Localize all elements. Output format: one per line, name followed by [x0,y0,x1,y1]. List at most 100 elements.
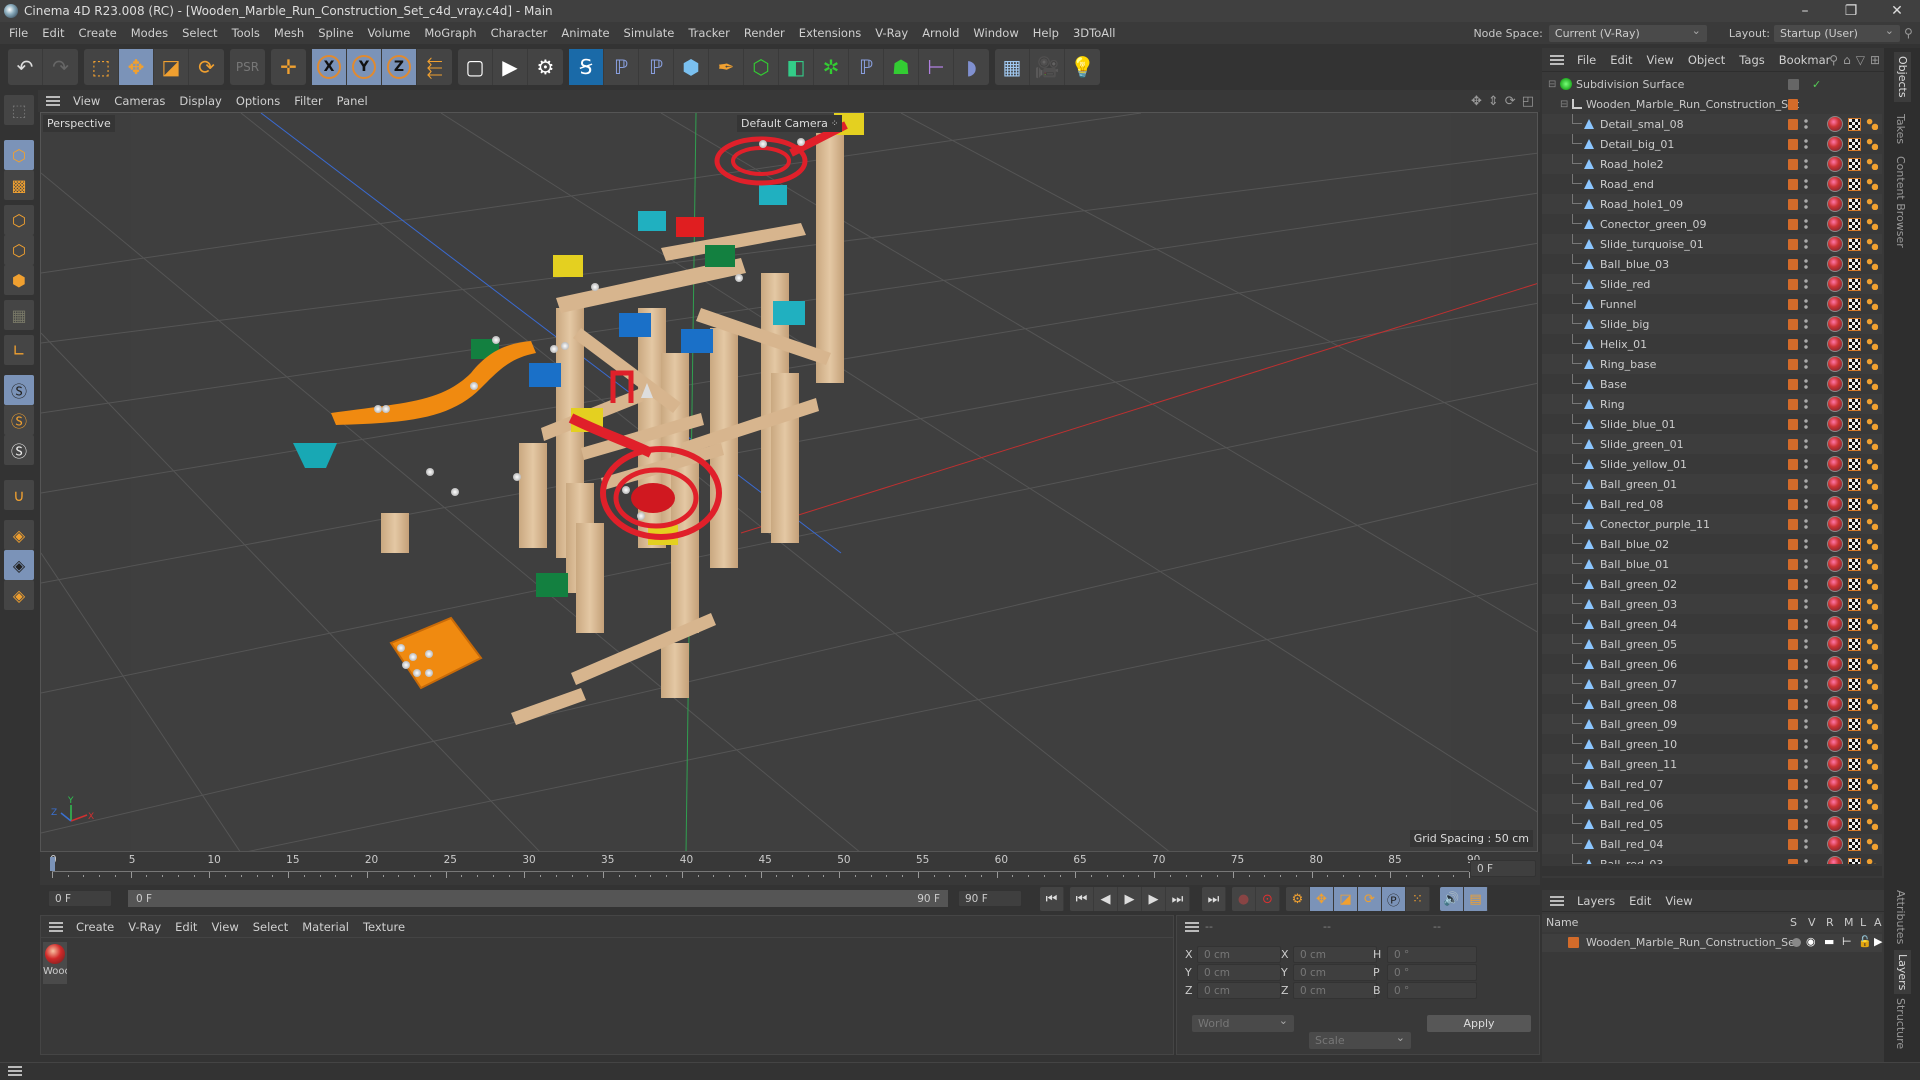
material-tag-icon[interactable] [1827,476,1843,492]
vray-tag-icon[interactable] [1866,838,1878,850]
material-tag-icon[interactable] [1827,436,1843,452]
material-menu-edit[interactable]: Edit [168,920,204,934]
menu-volume[interactable]: Volume [361,26,418,40]
layer-swatch[interactable] [1788,498,1798,510]
coord-value-field[interactable]: 0 cm [1293,964,1377,981]
layer-swatch[interactable] [1788,318,1798,330]
material-menu-texture[interactable]: Texture [356,920,412,934]
layer-swatch[interactable] [1788,718,1798,730]
node-space-dropdown[interactable]: Current (V-Ray) [1548,24,1707,42]
scale-icon[interactable]: ◪ [154,49,189,85]
uvw-tag-icon[interactable] [1848,837,1861,851]
layer-color-swatch[interactable] [1568,937,1579,948]
transform-type-dropdown[interactable]: Scale [1309,1031,1411,1049]
rotate-view-icon[interactable]: ⟳ [1505,94,1516,109]
visibility-dots-icon[interactable] [1804,838,1808,850]
animation-play-icon[interactable]: ▶ [1874,935,1882,948]
vray-tag-icon[interactable] [1866,198,1878,210]
previous-key-icon[interactable]: ⏮ [1070,887,1094,911]
uvw-tag-icon[interactable] [1848,437,1861,451]
layer-swatch[interactable] [1788,578,1798,590]
object-row[interactable]: Ball_green_10 [1542,734,1882,754]
render-icon[interactable]: ▬ [1824,935,1834,948]
search-icon[interactable]: ⚲ [1904,26,1920,40]
vray-tag-icon[interactable] [1866,298,1878,310]
vray-tag-icon[interactable] [1866,278,1878,290]
enabled-check-icon[interactable]: ✓ [1812,78,1821,91]
polygons-mode-icon[interactable]: ⬢ [4,265,34,295]
uvw-tag-icon[interactable] [1848,657,1861,671]
uvw-tag-icon[interactable] [1848,597,1861,611]
object-row[interactable]: Slide_turquoise_01 [1542,234,1882,254]
material-tag-icon[interactable] [1827,816,1843,832]
key-parameter-icon[interactable]: Ⓟ [1382,887,1406,911]
vray-tag-icon[interactable] [1866,738,1878,750]
uvw-tag-icon[interactable] [1848,737,1861,751]
vray-tag-icon[interactable] [1866,218,1878,230]
layer-swatch[interactable] [1788,698,1798,710]
filter-icon[interactable]: ▽ [1856,53,1865,67]
menu-select[interactable]: Select [175,26,224,40]
make-editable-icon[interactable]: ⬚ [4,95,34,125]
visibility-dots-icon[interactable] [1804,758,1808,770]
sound-icon[interactable]: 🔊 [1440,887,1464,911]
visibility-dots-icon[interactable] [1804,238,1808,250]
objects-menu-tags[interactable]: Tags [1732,53,1771,67]
uvw-tag-icon[interactable] [1848,477,1861,491]
menu-3dtoall[interactable]: 3DToAll [1066,26,1123,40]
vray-tag-icon[interactable] [1866,458,1878,470]
uvw-tag-icon[interactable] [1848,577,1861,591]
visibility-dots-icon[interactable] [1804,418,1808,430]
viewport-menu-display[interactable]: Display [172,94,228,108]
subdivision-icon[interactable]: ⬡ [744,49,779,85]
bend-icon[interactable]: ◗ [954,49,989,85]
visibility-dots-icon[interactable] [1804,158,1808,170]
uvw-tag-icon[interactable] [1848,617,1861,631]
layer-swatch[interactable] [1788,758,1798,770]
object-row[interactable]: Helix_01 [1542,334,1882,354]
uvw-tag-icon[interactable] [1848,377,1861,391]
menu-file[interactable]: File [2,26,35,40]
light-icon[interactable]: 💡 [1065,49,1100,85]
visibility-dots-icon[interactable] [1804,798,1808,810]
material-tag-icon[interactable] [1827,556,1843,572]
material-tag-icon[interactable] [1827,696,1843,712]
vray-tag-icon[interactable] [1866,258,1878,270]
object-row[interactable]: Ball_red_07 [1542,774,1882,794]
viewport-menu-panel[interactable]: Panel [330,94,375,108]
material-tag-icon[interactable] [1827,796,1843,812]
menu-help[interactable]: Help [1026,26,1066,40]
uvw-tag-icon[interactable] [1848,817,1861,831]
visibility-dots-icon[interactable] [1804,278,1808,290]
layer-swatch[interactable] [1788,618,1798,630]
layer-swatch[interactable] [1788,378,1798,390]
vray-tag-icon[interactable] [1866,758,1878,770]
uvw-tag-icon[interactable] [1848,757,1861,771]
vray-icon[interactable]: Ꞩ [569,49,604,85]
menu-simulate[interactable]: Simulate [617,26,682,40]
material-tag-icon[interactable] [1827,336,1843,352]
vray-tag-icon[interactable] [1866,178,1878,190]
layer-swatch[interactable] [1788,838,1798,850]
material-item[interactable]: Wooc [43,942,67,984]
layer-swatch[interactable] [1788,638,1798,650]
coord-value-field[interactable]: 0 cm [1293,946,1377,963]
object-row[interactable]: Funnel [1542,294,1882,314]
layer-swatch[interactable] [1788,118,1798,130]
pan-view-icon[interactable]: ✥ [1471,94,1482,109]
material-menu-icon[interactable] [49,921,63,932]
object-row[interactable]: Ball_red_06 [1542,794,1882,814]
visibility-dots-icon[interactable] [1804,258,1808,270]
visibility-dots-icon[interactable] [1804,538,1808,550]
layer-swatch[interactable] [1788,858,1798,864]
object-row[interactable]: Road_end [1542,174,1882,194]
layer-swatch[interactable] [1788,398,1798,410]
camera-icon[interactable]: 🎥 [1030,49,1065,85]
menu-v-ray[interactable]: V-Ray [868,26,915,40]
model-mode-icon[interactable]: ⬡ [4,140,34,170]
material-menu-select[interactable]: Select [246,920,295,934]
solo-single-icon[interactable]: Ⓢ [4,405,34,435]
python-icon-2[interactable]: ℙ [639,49,674,85]
vray-tag-icon[interactable] [1866,518,1878,530]
minimize-button[interactable]: – [1782,0,1828,22]
